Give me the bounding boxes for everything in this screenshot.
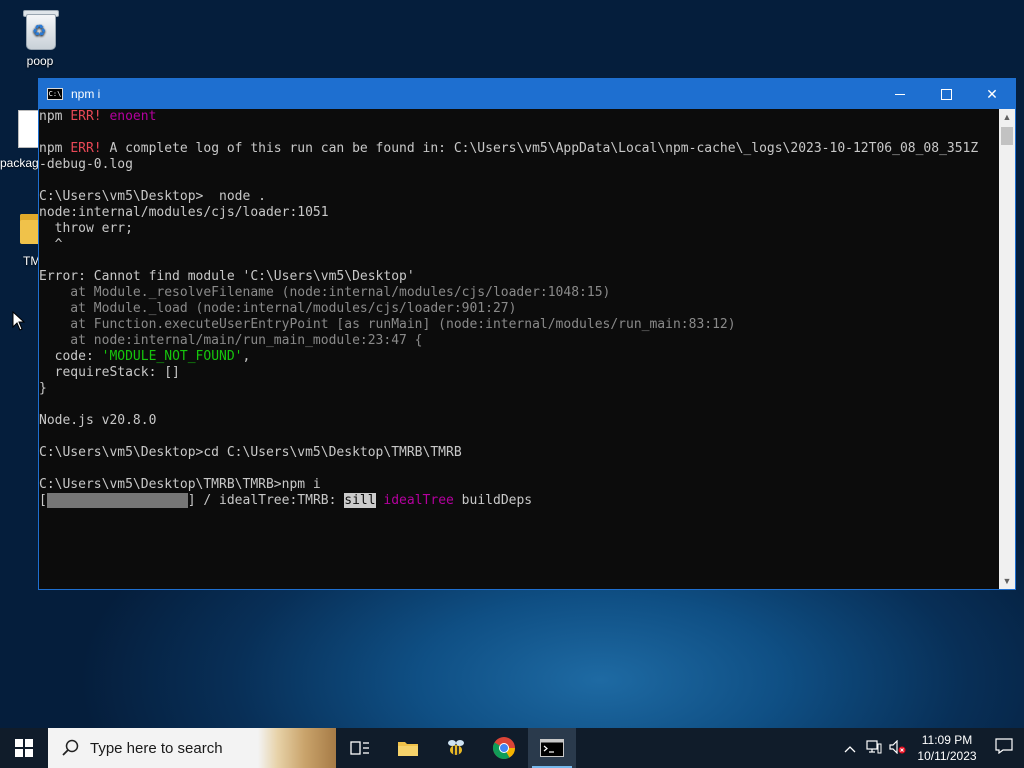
vertical-scrollbar[interactable]: ▲ ▼ [999, 109, 1015, 589]
network-icon[interactable] [862, 739, 886, 757]
npm-progress-bar [46, 493, 188, 508]
terminal-line: at Module._load (node:internal/modules/c… [39, 301, 517, 316]
terminal-line: -debug-0.log [39, 157, 133, 172]
desktop-icon-folder[interactable]: TM [0, 206, 38, 268]
taskbar-clock[interactable]: 11:09 PM 10/11/2023 [910, 732, 984, 764]
terminal-output[interactable]: npm ERR! enoent npm ERR! A complete log … [39, 109, 999, 589]
volume-muted-icon[interactable] [886, 739, 910, 757]
npm-progress-line: [ ] / idealTree:TMRB: sill idealTree bui… [39, 493, 533, 508]
file-explorer-icon [398, 742, 418, 756]
desktop-icon-label: TM [23, 254, 38, 268]
terminal-line: C:\Users\vm5\Desktop>cd C:\Users\vm5\Des… [39, 445, 462, 460]
maximize-icon [940, 88, 952, 100]
desktop-icon-package-file[interactable]: packag [0, 108, 42, 170]
taskbar-chrome[interactable] [480, 728, 528, 768]
terminal-line: at Function.executeUserEntryPoint [as ru… [39, 317, 736, 332]
terminal-line: at Module._resolveFilename (node:interna… [39, 285, 611, 300]
taskbar-command-prompt[interactable] [528, 728, 576, 768]
terminal-line: at node:internal/main/run_main_module:23… [39, 333, 423, 348]
console-window[interactable]: C:\ npm i ✕ npm ERR! enoent npm ERR! A c… [38, 78, 1016, 590]
terminal-line: Error: Cannot find module 'C:\Users\vm5\… [39, 269, 415, 284]
action-center-button[interactable] [984, 737, 1024, 759]
minimize-icon [895, 93, 905, 95]
close-icon: ✕ [986, 85, 998, 102]
search-placeholder: Type here to search [90, 739, 223, 757]
search-highlight-image [258, 728, 336, 768]
terminal-line: ^ [39, 237, 63, 252]
chrome-icon [493, 737, 515, 759]
windows-logo-icon [15, 739, 33, 757]
terminal-line: code: 'MODULE_NOT_FOUND', [39, 349, 251, 364]
taskbar-search-box[interactable]: Type here to search [48, 728, 336, 768]
desktop-icon-label: packag [0, 156, 39, 170]
start-button[interactable] [0, 728, 48, 768]
log-level-badge: sill [344, 493, 376, 508]
task-view-button[interactable] [336, 728, 384, 768]
taskbar: Type here to search 11:09 PM 10/11/2023 [0, 728, 1024, 768]
scroll-down-icon[interactable]: ▼ [999, 573, 1015, 589]
maximize-button[interactable] [923, 79, 969, 109]
search-icon [62, 739, 79, 756]
taskbar-app-bee[interactable] [432, 728, 480, 768]
desktop: ♻ poop packag TM C:\ npm i ✕ npm ERR! en… [0, 0, 1024, 768]
close-button[interactable]: ✕ [969, 79, 1015, 109]
taskbar-file-explorer[interactable] [384, 728, 432, 768]
terminal-line: C:\Users\vm5\Desktop\TMRB\TMRB>npm i [39, 477, 321, 492]
terminal-line: requireStack: [] [39, 365, 180, 380]
scroll-up-icon[interactable]: ▲ [999, 109, 1015, 125]
window-titlebar[interactable]: C:\ npm i ✕ [39, 79, 1015, 109]
show-hidden-icons-chevron-icon[interactable] [838, 741, 862, 756]
terminal-line: throw err; [39, 221, 133, 236]
desktop-icon-recycle-bin[interactable]: ♻ poop [2, 6, 78, 68]
clock-time: 11:09 PM [921, 733, 973, 747]
folder-icon [16, 206, 38, 250]
system-tray: 11:09 PM 10/11/2023 [838, 728, 1024, 768]
task-view-icon [350, 741, 369, 755]
console-app-icon: C:\ [47, 88, 63, 100]
terminal-line: C:\Users\vm5\Desktop> node . [39, 189, 266, 204]
terminal-line: Node.js v20.8.0 [39, 413, 157, 428]
terminal-line: npm ERR! enoent [39, 109, 157, 124]
terminal-line: node:internal/modules/cjs/loader:1051 [39, 205, 329, 220]
notification-icon [995, 737, 1013, 754]
command-prompt-icon [540, 739, 564, 757]
recycle-bin-icon: ♻ [18, 6, 62, 50]
bee-app-icon [448, 740, 464, 755]
clock-date: 10/11/2023 [917, 749, 977, 763]
window-title: npm i [71, 87, 101, 101]
terminal-line: npm ERR! A complete log of this run can … [39, 141, 979, 156]
minimize-button[interactable] [877, 79, 923, 109]
terminal-line: } [39, 381, 47, 396]
scrollbar-thumb[interactable] [1001, 127, 1013, 145]
mouse-cursor-icon [12, 311, 26, 331]
desktop-icon-label: poop [26, 54, 54, 68]
